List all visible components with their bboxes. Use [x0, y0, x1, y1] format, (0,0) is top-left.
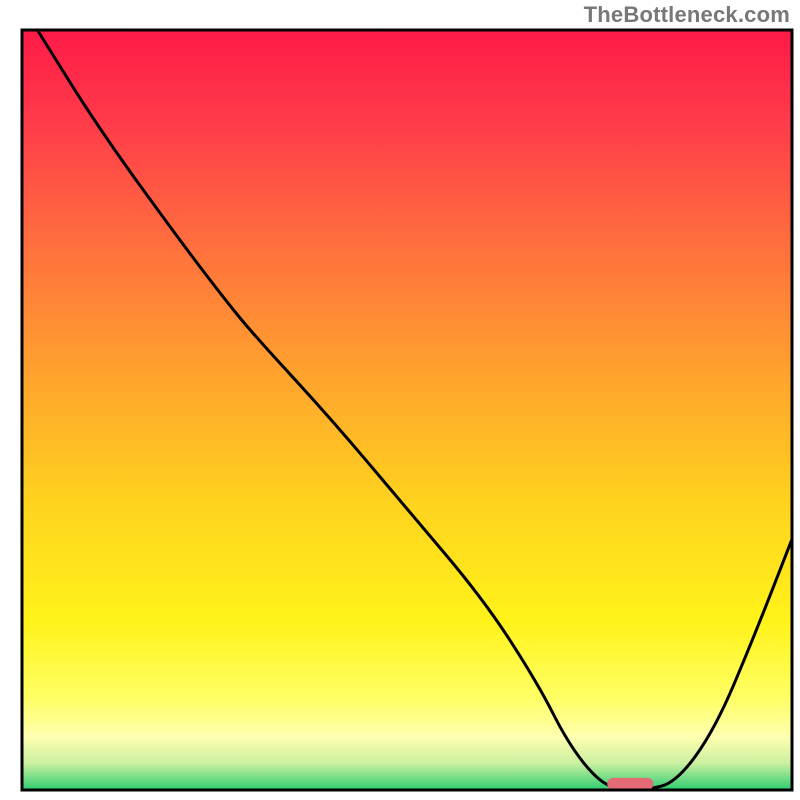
plot-background [22, 30, 792, 790]
watermark-text: TheBottleneck.com [584, 2, 790, 28]
bottleneck-chart [0, 0, 800, 800]
optimal-range-marker [607, 778, 653, 790]
chart-container: TheBottleneck.com [0, 0, 800, 800]
